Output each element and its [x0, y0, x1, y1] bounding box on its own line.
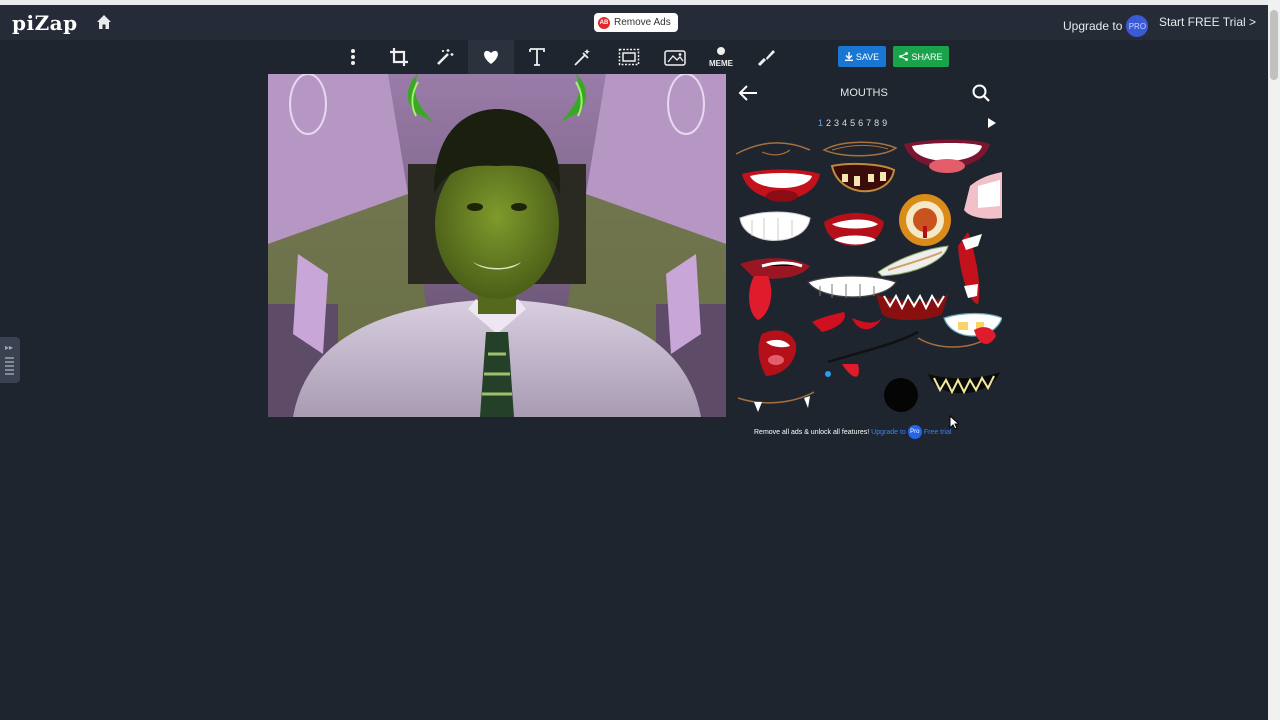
paint-brush-icon	[757, 50, 775, 67]
upgrade-to-pro-link[interactable]: Upgrade to PRO	[1063, 15, 1149, 37]
meme-tool-button[interactable]: MEME	[698, 40, 744, 74]
share-label: SHARE	[911, 51, 943, 62]
mouth-sticker[interactable]	[735, 142, 811, 156]
paint-tool-button[interactable]	[744, 40, 790, 74]
drag-grip-icon	[5, 357, 14, 375]
more-menu-button[interactable]	[330, 40, 376, 74]
mouth-sticker[interactable]	[825, 330, 919, 377]
start-free-trial-link[interactable]: Start FREE Trial >	[1159, 15, 1256, 29]
stickers-panel: MOUTHS 1 2 3 4 5 6 7 8 9 Remove all ads …	[726, 74, 1002, 444]
home-icon[interactable]	[96, 14, 112, 30]
promo-text: Remove all ads & unlock all features!	[754, 428, 870, 436]
page-link[interactable]: 1	[818, 118, 823, 128]
page-link[interactable]: 8	[874, 118, 879, 128]
heart-sticker-icon	[484, 50, 498, 64]
mouth-sticker[interactable]	[928, 372, 1000, 395]
mouth-sticker[interactable]	[899, 194, 951, 246]
border-tool-button[interactable]	[606, 40, 652, 74]
mouth-sticker[interactable]	[742, 169, 820, 203]
collage-icon	[664, 50, 686, 66]
text-icon	[529, 48, 545, 66]
page-link[interactable]: 4	[842, 118, 847, 128]
page-scrollbar[interactable]	[1268, 0, 1280, 720]
stickers-tool-button[interactable]	[468, 40, 514, 74]
save-button[interactable]: SAVE	[838, 46, 886, 67]
share-icon	[899, 52, 909, 61]
page-link[interactable]: 3	[834, 118, 839, 128]
mouth-sticker[interactable]	[904, 139, 990, 174]
adblock-icon: AB	[598, 16, 610, 29]
page-link[interactable]: 5	[850, 118, 855, 128]
mouth-sticker[interactable]	[830, 162, 896, 193]
mouth-sticker[interactable]	[884, 378, 918, 412]
mouth-stickers-grid	[735, 139, 1002, 412]
next-page-arrow-icon[interactable]	[988, 118, 996, 128]
remove-ads-button[interactable]: AB Remove Ads	[594, 13, 678, 32]
mouth-sticker[interactable]	[822, 141, 898, 157]
effects-tool-button[interactable]	[560, 40, 606, 74]
mouth-sticker[interactable]	[758, 330, 797, 376]
crop-tool-button[interactable]	[376, 40, 422, 74]
mouth-sticker[interactable]	[876, 293, 948, 320]
mouth-sticker[interactable]	[812, 312, 882, 332]
edited-photo-image	[268, 74, 726, 417]
page-link[interactable]: 9	[882, 118, 887, 128]
download-icon	[844, 52, 853, 61]
mouth-sticker[interactable]	[964, 172, 1002, 219]
magic-wand-icon	[437, 49, 454, 65]
side-panel-toggle[interactable]: ▸▸	[0, 337, 20, 383]
mouth-sticker[interactable]	[740, 258, 810, 320]
promo-trial-link[interactable]: Free trial	[924, 429, 952, 436]
panel-header: MOUTHS	[726, 74, 1002, 112]
editor-toolbar: MEME	[330, 40, 790, 74]
collage-tool-button[interactable]	[652, 40, 698, 74]
meme-label: MEME	[709, 59, 734, 68]
mouse-cursor-icon	[949, 415, 959, 430]
mouth-sticker[interactable]	[807, 275, 897, 298]
effects-icon	[574, 49, 590, 66]
promo-banner: Remove all ads & unlock all features! Up…	[754, 425, 951, 439]
pizap-logo[interactable]: piZap	[12, 11, 78, 35]
save-label: SAVE	[855, 51, 880, 62]
more-vertical-icon	[351, 49, 355, 65]
page-selector: 1 2 3 4 5 6 7 8 9	[818, 118, 887, 128]
mouth-sticker[interactable]	[877, 245, 949, 277]
scrollbar-thumb[interactable]	[1270, 10, 1278, 80]
panel-title: MOUTHS	[840, 87, 888, 99]
promo-upgrade-link[interactable]: Upgrade to	[871, 429, 906, 436]
text-tool-button[interactable]	[514, 40, 560, 74]
upgrade-label: Upgrade to	[1063, 19, 1123, 33]
photo-canvas[interactable]	[268, 74, 726, 417]
top-navigation-bar: piZap AB Remove Ads Upgrade to PRO Start…	[0, 0, 1268, 40]
mouth-sticker[interactable]	[737, 391, 815, 412]
mouth-sticker[interactable]	[739, 211, 811, 241]
remove-ads-label: Remove Ads	[614, 17, 671, 28]
pro-badge: PRO	[1126, 15, 1149, 37]
search-icon[interactable]	[972, 84, 990, 102]
share-button[interactable]: SHARE	[893, 46, 949, 67]
expand-arrows-icon: ▸▸	[5, 343, 14, 352]
meme-icon: MEME	[709, 47, 734, 68]
crop-icon	[390, 48, 408, 66]
promo-pro-badge: Pro	[907, 425, 922, 439]
enhance-tool-button[interactable]	[422, 40, 468, 74]
border-icon	[618, 48, 640, 66]
page-link[interactable]: 2	[826, 118, 831, 128]
page-link[interactable]: 6	[858, 118, 863, 128]
mouth-sticker[interactable]	[824, 213, 884, 246]
mouth-sticker[interactable]	[958, 232, 982, 304]
page-link[interactable]: 7	[866, 118, 871, 128]
